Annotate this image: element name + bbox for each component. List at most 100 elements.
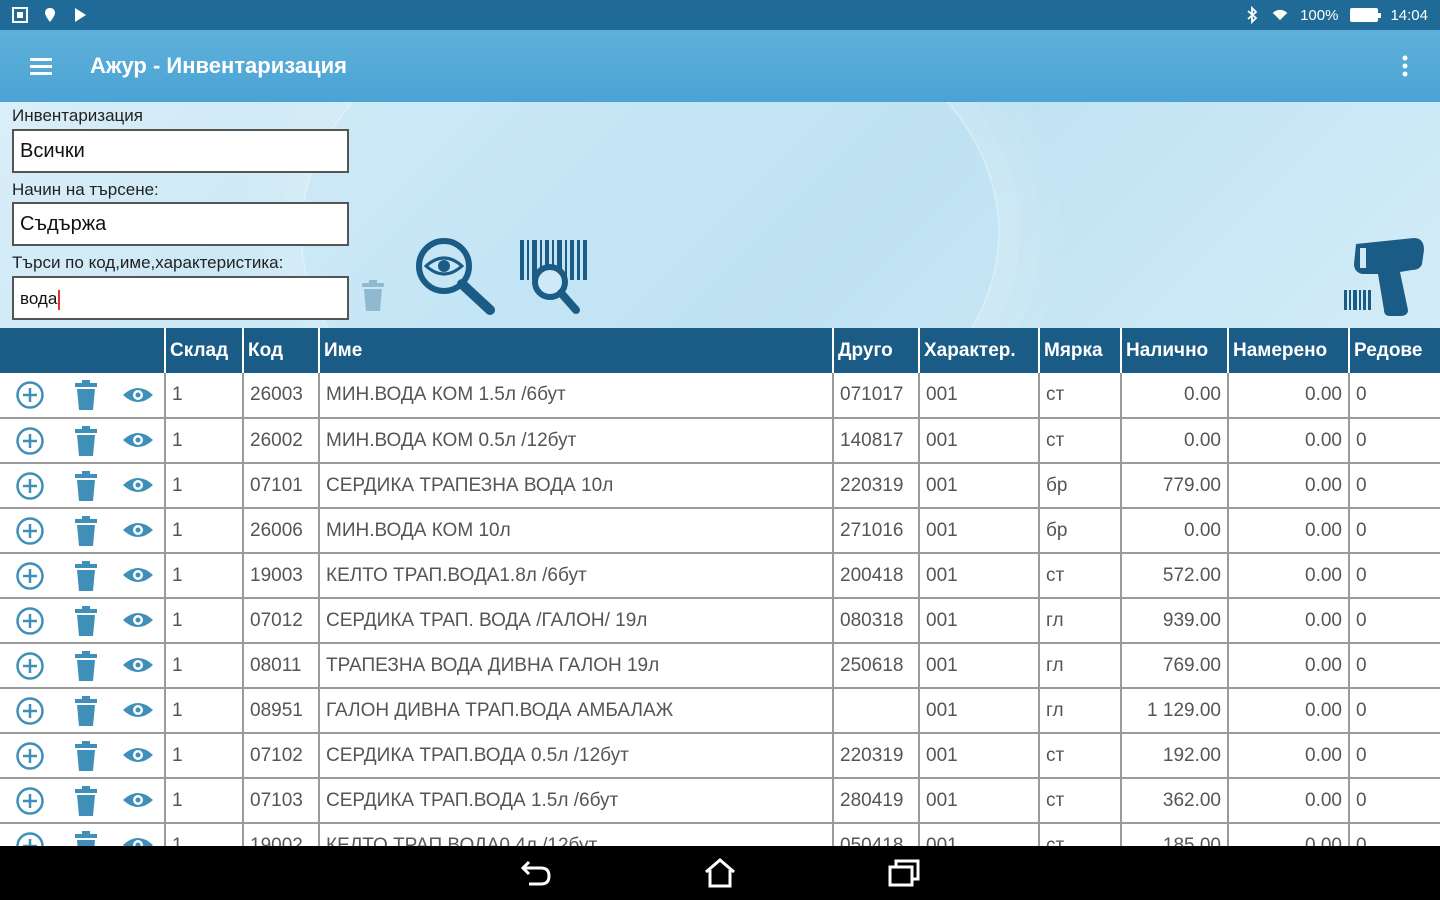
- search-mode-label: Начин на търсене:: [12, 180, 159, 199]
- table-row[interactable]: 1 07103 СЕРДИКА ТРАП.ВОДА 1.5л /6бут 280419…: [0, 778, 1440, 824]
- add-circle-icon[interactable]: [15, 606, 45, 636]
- cell-name: СЕРДИКА ТРАП. ВОДА /ГАЛОН/ 19л: [319, 598, 834, 644]
- more-vert-icon[interactable]: [1370, 30, 1440, 102]
- cell-found: 0.00: [1228, 643, 1350, 689]
- delete-trash-icon[interactable]: [75, 650, 97, 681]
- view-eye-icon[interactable]: [122, 790, 154, 810]
- cell-unit: ст: [1039, 823, 1122, 846]
- header-characteristic[interactable]: Характер.: [919, 328, 1040, 373]
- cell-characteristic: 001: [919, 463, 1040, 509]
- hamburger-icon[interactable]: [0, 30, 82, 102]
- cell-name: КЕЛТО ТРАП.ВОДА1.8л /6бут: [319, 553, 834, 599]
- add-circle-icon[interactable]: [15, 380, 45, 410]
- view-cell: [112, 418, 166, 464]
- home-icon[interactable]: [698, 851, 742, 895]
- add-circle-icon[interactable]: [15, 651, 45, 681]
- add-cell: [0, 463, 60, 509]
- add-circle-icon[interactable]: [15, 471, 45, 501]
- add-circle-icon[interactable]: [15, 831, 45, 846]
- add-circle-icon[interactable]: [15, 741, 45, 771]
- view-eye-icon[interactable]: [122, 700, 154, 720]
- add-circle-icon[interactable]: [15, 561, 45, 591]
- clear-search-trash-icon[interactable]: [358, 278, 388, 314]
- add-circle-icon[interactable]: [15, 516, 45, 546]
- table-row[interactable]: 1 07102 СЕРДИКА ТРАП.ВОДА 0.5л /12бут 22031…: [0, 733, 1440, 779]
- cell-code: 19002: [243, 823, 320, 846]
- table-row[interactable]: 1 26006 МИН.ВОДА КОМ 10л 271016 001 бр 0.00 0.0…: [0, 508, 1440, 554]
- delete-trash-icon[interactable]: [75, 560, 97, 591]
- add-circle-icon[interactable]: [15, 696, 45, 726]
- cell-warehouse: 1: [165, 688, 244, 734]
- cell-name: СЕРДИКА ТРАП.ВОДА 1.5л /6бут: [319, 778, 834, 824]
- delete-trash-icon[interactable]: [75, 740, 97, 771]
- cell-name: СЕРДИКА ТРАП.ВОДА 0.5л /12бут: [319, 733, 834, 779]
- view-eye-icon[interactable]: [122, 655, 154, 675]
- table-row[interactable]: 1 26002 МИН.ВОДА КОМ 0.5л /12бут 140817 001 с…: [0, 418, 1440, 464]
- delete-trash-icon[interactable]: [75, 830, 97, 846]
- cell-warehouse: 1: [165, 463, 244, 509]
- header-available[interactable]: Налично: [1121, 328, 1229, 373]
- header-name[interactable]: Име: [319, 328, 834, 373]
- barcode-search-icon[interactable]: [516, 236, 594, 318]
- cell-code: 26003: [243, 373, 320, 419]
- delete-trash-icon[interactable]: [75, 470, 97, 501]
- cell-unit: ст: [1039, 778, 1122, 824]
- view-eye-icon[interactable]: [122, 835, 154, 846]
- add-cell: [0, 418, 60, 464]
- table-row[interactable]: 1 08011 ТРАПЕЗНА ВОДА ДИВНА ГАЛОН 19л 25061…: [0, 643, 1440, 689]
- view-eye-icon[interactable]: [122, 475, 154, 495]
- delete-trash-icon[interactable]: [75, 695, 97, 726]
- add-circle-icon[interactable]: [15, 786, 45, 816]
- header-other[interactable]: Друго: [833, 328, 920, 373]
- delete-trash-icon[interactable]: [75, 425, 97, 456]
- delete-trash-icon[interactable]: [75, 515, 97, 546]
- delete-trash-icon[interactable]: [75, 380, 97, 410]
- add-circle-icon[interactable]: [15, 426, 45, 456]
- play-store-icon: [72, 7, 88, 23]
- header-unit[interactable]: Мярка: [1039, 328, 1122, 373]
- cell-unit: гл: [1039, 643, 1122, 689]
- status-bar: 100% 14:04: [0, 0, 1440, 30]
- view-eye-icon[interactable]: [122, 745, 154, 765]
- cell-unit: бр: [1039, 463, 1122, 509]
- search-input[interactable]: вода: [12, 276, 349, 320]
- delete-cell: [60, 463, 112, 509]
- cell-characteristic: 001: [919, 418, 1040, 464]
- add-cell: [0, 598, 60, 644]
- location-icon: [42, 7, 58, 23]
- table-row[interactable]: 1 26003 МИН.ВОДА КОМ 1.5л /6бут 071017 001 ст…: [0, 373, 1440, 419]
- eye-search-icon[interactable]: [412, 236, 500, 318]
- view-eye-icon[interactable]: [122, 565, 154, 585]
- view-eye-icon[interactable]: [122, 385, 154, 405]
- view-eye-icon[interactable]: [122, 430, 154, 450]
- recent-apps-icon[interactable]: [882, 851, 926, 895]
- header-warehouse[interactable]: Склад: [165, 328, 244, 373]
- view-cell: [112, 733, 166, 779]
- barcode-scanner-icon[interactable]: [1338, 234, 1428, 320]
- view-eye-icon[interactable]: [122, 610, 154, 630]
- table-row[interactable]: 1 07101 СЕРДИКА ТРАПЕЗНА ВОДА 10л 220319 001…: [0, 463, 1440, 509]
- header-code[interactable]: Код: [243, 328, 320, 373]
- app-notification-icon: [12, 7, 28, 23]
- table-row[interactable]: 1 07012 СЕРДИКА ТРАП. ВОДА /ГАЛОН/ 19л 0803…: [0, 598, 1440, 644]
- delete-trash-icon[interactable]: [75, 785, 97, 816]
- background-waves: [300, 102, 1000, 328]
- table-row[interactable]: 1 08951 ГАЛОН ДИВНА ТРАП.ВОДА АМБАЛАЖ 001 гл…: [0, 688, 1440, 734]
- view-eye-icon[interactable]: [122, 520, 154, 540]
- header-rows[interactable]: Редове: [1349, 328, 1440, 373]
- search-mode-select[interactable]: Съдържа: [12, 202, 349, 246]
- inventory-select[interactable]: Всички: [12, 129, 349, 173]
- back-icon[interactable]: [514, 851, 558, 895]
- table-row[interactable]: 1 19003 КЕЛТО ТРАП.ВОДА1.8л /6бут 200418 001…: [0, 553, 1440, 599]
- cell-code: 07012: [243, 598, 320, 644]
- search-input-value: вода: [20, 289, 58, 308]
- table-row[interactable]: 1 19002 КЕЛТО ТРАП.ВОДА0.4л /12бут 050418 00…: [0, 823, 1440, 846]
- header-delete-col: [60, 328, 112, 373]
- cell-found: 0.00: [1228, 418, 1350, 464]
- header-found[interactable]: Намерено: [1228, 328, 1350, 373]
- cell-other: 280419: [833, 778, 920, 824]
- cell-characteristic: 001: [919, 553, 1040, 599]
- delete-cell: [60, 643, 112, 689]
- cell-available: 362.00: [1121, 778, 1229, 824]
- delete-trash-icon[interactable]: [75, 605, 97, 636]
